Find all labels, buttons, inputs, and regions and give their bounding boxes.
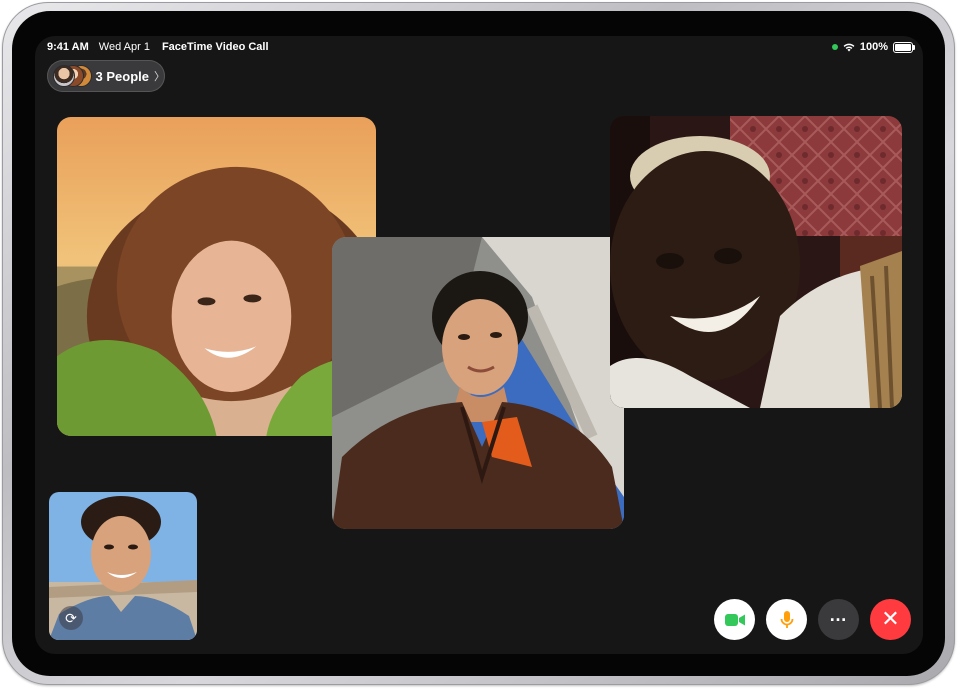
facetime-screen: 9:41 AM Wed Apr 1 FaceTime Video Call 10… bbox=[35, 36, 923, 654]
green-dot-indicator bbox=[831, 44, 838, 50]
status-time: 9:41 AM bbox=[47, 41, 89, 53]
participant-man-in-leather-jacket[interactable] bbox=[332, 237, 624, 529]
participant-smiling-man[interactable] bbox=[610, 116, 902, 408]
close-icon: ✕ bbox=[881, 605, 900, 631]
people-pill-button[interactable]: 3 People 〉 bbox=[47, 60, 165, 92]
ellipsis-icon: … bbox=[829, 605, 848, 625]
participant-curly-hair-woman[interactable] bbox=[57, 117, 376, 436]
flip-camera-icon[interactable]: ⟳ bbox=[59, 606, 83, 630]
avatar bbox=[53, 65, 75, 87]
video-feed bbox=[610, 116, 902, 408]
participant-avatars bbox=[53, 65, 92, 87]
video-camera-icon bbox=[724, 613, 745, 626]
wifi-icon bbox=[843, 43, 855, 51]
people-count-label: 3 People bbox=[95, 68, 149, 84]
call-controls: … ✕ bbox=[714, 599, 911, 640]
microphone-icon bbox=[780, 610, 793, 628]
status-date: Wed Apr 1 bbox=[98, 41, 150, 53]
end-call-button[interactable]: ✕ bbox=[870, 599, 911, 640]
camera-button[interactable] bbox=[714, 599, 755, 640]
self-view[interactable]: ⟳ bbox=[49, 492, 197, 640]
battery-percent: 100% bbox=[859, 41, 888, 53]
more-button[interactable]: … bbox=[818, 599, 859, 640]
status-bar: 9:41 AM Wed Apr 1 FaceTime Video Call 10… bbox=[35, 36, 923, 58]
battery-icon bbox=[893, 41, 915, 53]
chevron-right-icon: 〉 bbox=[154, 71, 165, 83]
mic-button[interactable] bbox=[766, 599, 807, 640]
call-title: FaceTime Video Call bbox=[161, 41, 269, 53]
video-feed bbox=[332, 237, 624, 529]
video-feed bbox=[57, 117, 376, 436]
